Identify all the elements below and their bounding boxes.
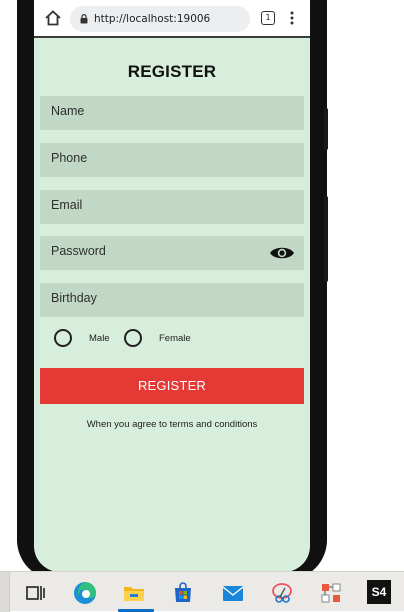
birthday-field[interactable]: Birthday bbox=[40, 283, 304, 317]
s4-app-icon[interactable]: S4 bbox=[367, 580, 391, 604]
female-radio[interactable] bbox=[124, 329, 142, 347]
store-icon[interactable] bbox=[171, 581, 195, 605]
gender-radio-group: Male Female bbox=[34, 329, 310, 349]
phone-screen: http://localhost:19006 1 REGISTER Name P… bbox=[34, 0, 310, 572]
phone-side-button bbox=[324, 108, 328, 150]
page-title: REGISTER bbox=[127, 62, 217, 81]
taskbar-edge bbox=[0, 572, 10, 612]
birthday-placeholder: Birthday bbox=[51, 291, 97, 305]
file-explorer-icon[interactable] bbox=[122, 581, 146, 605]
mail-icon[interactable] bbox=[221, 581, 245, 605]
name-placeholder: Name bbox=[51, 104, 85, 118]
snipping-tool-icon[interactable] bbox=[270, 581, 294, 605]
email-field[interactable]: Email bbox=[40, 190, 304, 224]
email-placeholder: Email bbox=[51, 198, 83, 212]
more-menu-icon[interactable] bbox=[290, 11, 294, 25]
register-button[interactable]: REGISTER bbox=[40, 368, 304, 404]
phone-side-button bbox=[324, 196, 328, 282]
tab-count-icon[interactable]: 1 bbox=[261, 11, 275, 25]
password-field[interactable]: Password bbox=[40, 236, 304, 270]
browser-toolbar: http://localhost:19006 1 bbox=[34, 0, 310, 38]
app-grid-icon[interactable] bbox=[319, 581, 343, 605]
task-view-icon[interactable] bbox=[24, 581, 48, 605]
eye-icon[interactable] bbox=[269, 244, 295, 262]
password-placeholder: Password bbox=[51, 244, 106, 258]
phone-field[interactable]: Phone bbox=[40, 143, 304, 177]
female-label: Female bbox=[159, 333, 191, 344]
address-bar[interactable]: http://localhost:19006 bbox=[70, 6, 250, 32]
male-radio[interactable] bbox=[54, 329, 72, 347]
name-field[interactable]: Name bbox=[40, 96, 304, 130]
edge-browser-icon[interactable] bbox=[73, 581, 97, 605]
phone-placeholder: Phone bbox=[51, 151, 88, 165]
home-icon[interactable] bbox=[44, 9, 62, 27]
taskbar: S4 bbox=[0, 571, 404, 612]
terms-text: When you agree to terms and conditions bbox=[86, 419, 258, 430]
url-text: http://localhost:19006 bbox=[94, 13, 211, 25]
male-label: Male bbox=[89, 333, 110, 344]
lock-icon bbox=[80, 14, 88, 24]
